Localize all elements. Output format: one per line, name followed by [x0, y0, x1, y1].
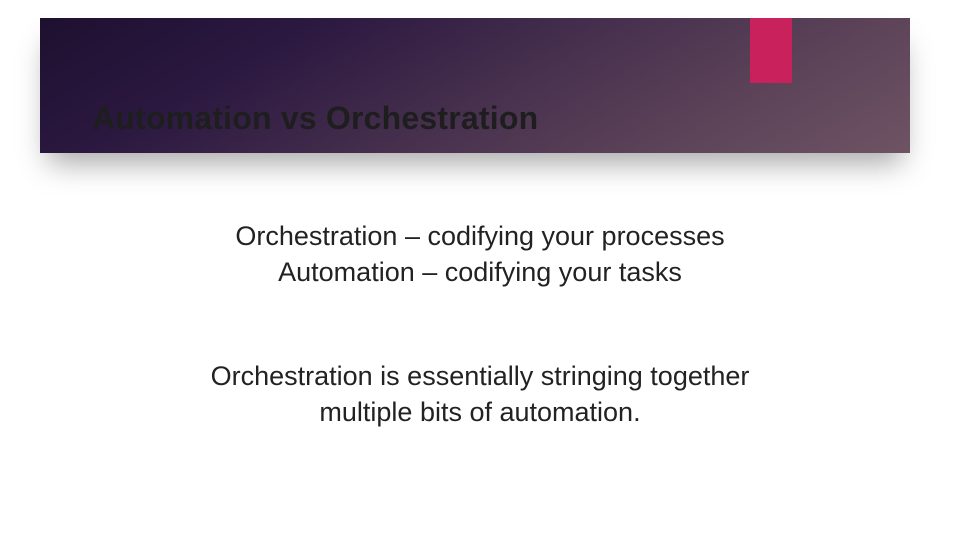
summary-block: Orchestration is essentially stringing t…	[120, 359, 840, 430]
slide-title: Automation vs Orchestration	[92, 100, 538, 137]
slide-body: Orchestration – codifying your processes…	[120, 218, 840, 430]
orchestration-definition: Orchestration – codifying your processes	[120, 218, 840, 254]
automation-definition: Automation – codifying your tasks	[120, 254, 840, 290]
accent-tab	[750, 18, 792, 83]
slide: Automation vs Orchestration Orchestratio…	[0, 0, 960, 540]
definition-block: Orchestration – codifying your processes…	[120, 218, 840, 291]
summary-line-2: multiple bits of automation.	[120, 395, 840, 431]
summary-line-1: Orchestration is essentially stringing t…	[120, 359, 840, 395]
